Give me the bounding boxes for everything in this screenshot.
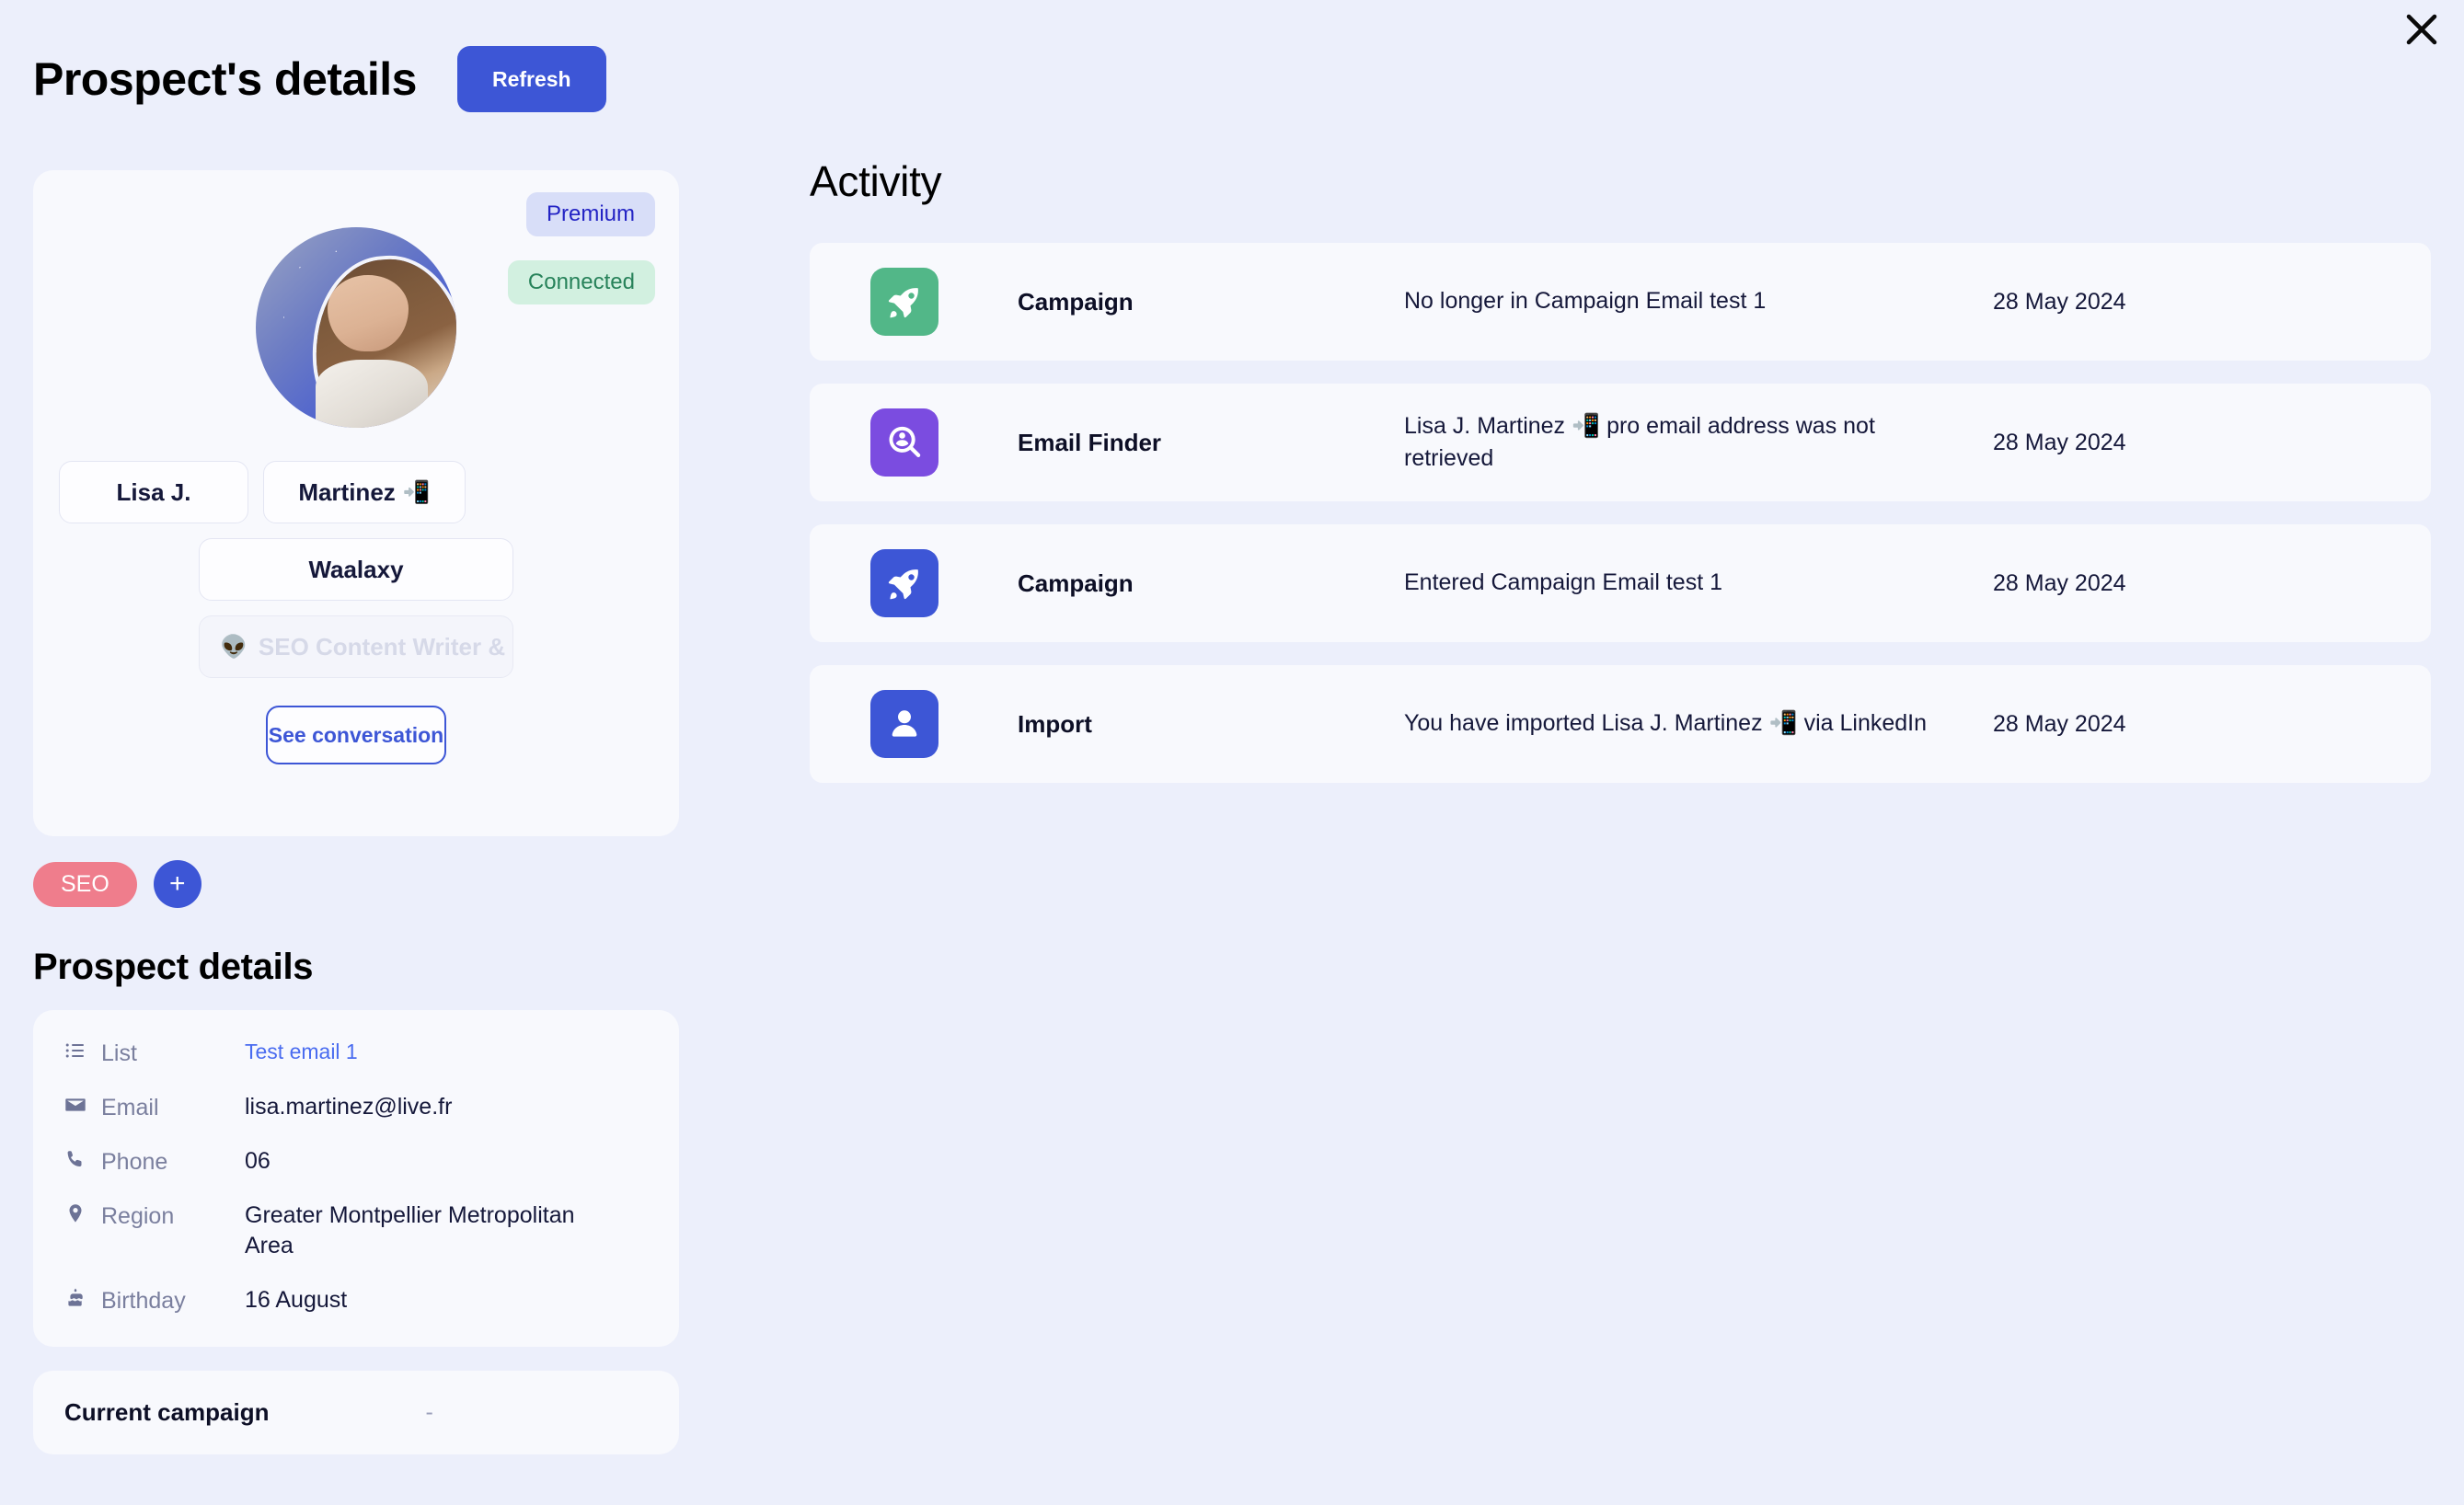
table-row[interactable]: Campaign No longer in Campaign Email tes… [810, 243, 2431, 361]
detail-value-region: Greater Montpellier Metropolitan Area [245, 1202, 575, 1258]
activity-description: You have imported Lisa J. Martinez 📲 via… [1404, 710, 1928, 737]
detail-label-email: Email [64, 1092, 245, 1122]
last-name-field[interactable]: Martinez 📲 [263, 461, 466, 523]
cake-icon [64, 1287, 86, 1315]
company-field[interactable]: Waalaxy [199, 538, 513, 601]
activity-column: Activity Campaign No longer in Campaign … [810, 156, 2431, 783]
detail-label-text: Birthday [101, 1288, 186, 1314]
current-campaign-card: Current campaign - [33, 1371, 679, 1454]
profile-card: Premium Connected Lisa J. Martinez 📲 Waa… [33, 170, 679, 836]
detail-value-list[interactable]: Test email 1 [245, 1038, 358, 1065]
mobile-phone-arrow-icon: 📲 [402, 479, 431, 505]
detail-label-region: Region [64, 1201, 245, 1231]
name-fields: Lisa J. Martinez 📲 [59, 461, 653, 523]
activity-date: 28 May 2024 [1993, 569, 2126, 596]
detail-label-phone: Phone [64, 1146, 245, 1177]
pin-icon [64, 1202, 86, 1231]
activity-type: Import [1018, 709, 1092, 738]
activity-type: Email Finder [1018, 428, 1162, 456]
detail-row-email: Email lisa.martinez@live.fr [64, 1092, 648, 1122]
detail-row-birthday: Birthday 16 August [64, 1285, 648, 1315]
detail-row-phone: Phone 06 [64, 1146, 648, 1177]
current-campaign-value: - [425, 1399, 433, 1425]
activity-description: No longer in Campaign Email test 1 [1404, 288, 1767, 315]
alien-icon: 👽 [220, 634, 248, 660]
rocket-icon [870, 549, 938, 617]
prospect-details-panel: Prospect's details Refresh Premium Conne… [0, 0, 2464, 1505]
activity-date: 28 May 2024 [1993, 710, 2126, 737]
status-badge-connected: Connected [507, 260, 655, 304]
detail-label-text: Email [101, 1095, 159, 1120]
left-column: Premium Connected Lisa J. Martinez 📲 Waa… [33, 170, 679, 1454]
detail-value-email: lisa.martinez@live.fr [245, 1094, 453, 1120]
detail-label-birthday: Birthday [64, 1285, 245, 1315]
table-row[interactable]: Campaign Entered Campaign Email test 1 2… [810, 524, 2431, 642]
phone-icon [64, 1148, 86, 1177]
see-conversation-button[interactable]: See conversation [266, 706, 446, 764]
prospect-details-card: List Test email 1 Email lisa.martinez@li… [33, 1010, 679, 1347]
avatar-face [328, 275, 409, 352]
avatar [256, 227, 456, 428]
activity-type: Campaign [1018, 569, 1134, 597]
tag-seo[interactable]: SEO [33, 861, 137, 907]
avatar-body [316, 359, 429, 428]
refresh-button[interactable]: Refresh [456, 46, 606, 112]
table-row[interactable]: Email Finder Lisa J. Martinez 📲 pro emai… [810, 384, 2431, 501]
envelope-icon [64, 1094, 86, 1122]
activity-type: Campaign [1018, 287, 1134, 316]
job-title-text: SEO Content Writer & ... [258, 632, 513, 661]
activity-date: 28 May 2024 [1993, 288, 2126, 315]
page-title: Prospect's details [33, 53, 417, 105]
activity-date: 28 May 2024 [1993, 429, 2126, 455]
add-tag-button[interactable]: + [153, 860, 201, 908]
detail-label-text: Region [101, 1203, 175, 1229]
activity-description: Lisa J. Martinez 📲 pro email address was… [1404, 412, 1875, 472]
status-badge-premium: Premium [525, 192, 655, 236]
detail-label-text: List [101, 1040, 137, 1066]
rocket-icon [870, 268, 938, 336]
table-row[interactable]: Import You have imported Lisa J. Martine… [810, 665, 2431, 783]
activity-description: Entered Campaign Email test 1 [1404, 569, 1723, 596]
detail-row-region: Region Greater Montpellier Metropolitan … [64, 1201, 648, 1261]
detail-label-list: List [64, 1038, 245, 1068]
activity-list: Campaign No longer in Campaign Email tes… [810, 243, 2431, 783]
job-title-field[interactable]: 👽 SEO Content Writer & ... [199, 615, 513, 678]
tags-row: SEO + [33, 860, 679, 908]
activity-title: Activity [810, 157, 942, 205]
detail-value-birthday: 16 August [245, 1287, 348, 1313]
close-icon[interactable] [2398, 6, 2446, 53]
detail-label-text: Phone [101, 1149, 168, 1175]
last-name-text: Martinez [298, 477, 396, 506]
first-name-field[interactable]: Lisa J. [59, 461, 248, 523]
current-campaign-label: Current campaign [64, 1398, 270, 1426]
list-icon [64, 1040, 86, 1068]
person-search-icon [870, 408, 938, 477]
prospect-details-title: Prospect details [33, 947, 314, 987]
profile-badges: Premium Connected [507, 192, 655, 304]
detail-value-phone: 06 [245, 1148, 271, 1174]
detail-row-list: List Test email 1 [64, 1038, 648, 1068]
person-icon [870, 690, 938, 758]
panel-header: Prospect's details Refresh [33, 46, 606, 112]
